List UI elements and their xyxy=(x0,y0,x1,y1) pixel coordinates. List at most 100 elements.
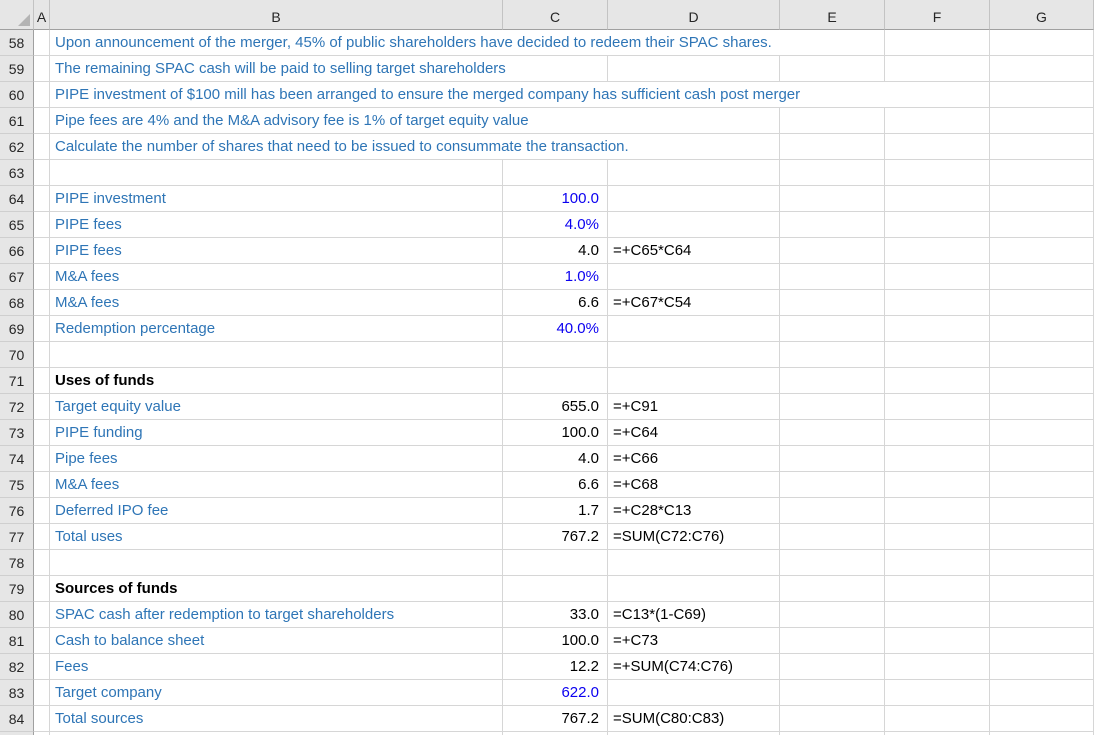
cell-C80[interactable]: 33.0 xyxy=(503,602,608,628)
cell-E68[interactable] xyxy=(780,290,885,316)
cell-A68[interactable] xyxy=(34,290,50,316)
cell-G70[interactable] xyxy=(990,342,1094,368)
row-header-72[interactable]: 72 xyxy=(0,394,34,420)
row-header-76[interactable]: 76 xyxy=(0,498,34,524)
cell-E83[interactable] xyxy=(780,680,885,706)
cell-D79[interactable] xyxy=(608,576,780,602)
cell-E78[interactable] xyxy=(780,550,885,576)
row-header-64[interactable]: 64 xyxy=(0,186,34,212)
cell-G66[interactable] xyxy=(990,238,1094,264)
cell-B76[interactable]: Deferred IPO fee xyxy=(50,498,503,524)
cell-C81[interactable]: 100.0 xyxy=(503,628,608,654)
cell-B66[interactable]: PIPE fees xyxy=(50,238,503,264)
cell-B65[interactable]: PIPE fees xyxy=(50,212,503,238)
cell-A61[interactable] xyxy=(34,108,50,134)
cell-G74[interactable] xyxy=(990,446,1094,472)
cell-A80[interactable] xyxy=(34,602,50,628)
cell-F64[interactable] xyxy=(885,186,990,212)
cell-B67[interactable]: M&A fees xyxy=(50,264,503,290)
cell-A77[interactable] xyxy=(34,524,50,550)
cell-B79[interactable]: Sources of funds xyxy=(50,576,503,602)
cell-A75[interactable] xyxy=(34,472,50,498)
cell-B72[interactable]: Target equity value xyxy=(50,394,503,420)
cell-G71[interactable] xyxy=(990,368,1094,394)
cell-C63[interactable] xyxy=(503,160,608,186)
cell-B74[interactable]: Pipe fees xyxy=(50,446,503,472)
cell-E81[interactable] xyxy=(780,628,885,654)
cell-D75[interactable]: =+C68 xyxy=(608,472,780,498)
cell-B83[interactable]: Target company xyxy=(50,680,503,706)
cell-G60[interactable] xyxy=(990,82,1094,108)
cell-C77[interactable]: 767.2 xyxy=(503,524,608,550)
cell-E76[interactable] xyxy=(780,498,885,524)
cell-F63[interactable] xyxy=(885,160,990,186)
cell-A66[interactable] xyxy=(34,238,50,264)
cell-E67[interactable] xyxy=(780,264,885,290)
cell-C83[interactable]: 622.0 xyxy=(503,680,608,706)
cell-F84[interactable] xyxy=(885,706,990,732)
cell-C79[interactable] xyxy=(503,576,608,602)
cell-G63[interactable] xyxy=(990,160,1094,186)
row-header-83[interactable]: 83 xyxy=(0,680,34,706)
cell-D77[interactable]: =SUM(C72:C76) xyxy=(608,524,780,550)
cell-B63[interactable] xyxy=(50,160,503,186)
column-header-A[interactable]: A xyxy=(34,0,50,30)
cell-G69[interactable] xyxy=(990,316,1094,342)
cell-C73[interactable]: 100.0 xyxy=(503,420,608,446)
cell-E79[interactable] xyxy=(780,576,885,602)
cell-A71[interactable] xyxy=(34,368,50,394)
row-header-66[interactable]: 66 xyxy=(0,238,34,264)
row-header-77[interactable]: 77 xyxy=(0,524,34,550)
cell-A67[interactable] xyxy=(34,264,50,290)
cell-A64[interactable] xyxy=(34,186,50,212)
cell-C69[interactable]: 40.0% xyxy=(503,316,608,342)
cell-E69[interactable] xyxy=(780,316,885,342)
cell-C78[interactable] xyxy=(503,550,608,576)
cell-C84[interactable]: 767.2 xyxy=(503,706,608,732)
cell-F81[interactable] xyxy=(885,628,990,654)
cell-F79[interactable] xyxy=(885,576,990,602)
cell-C72[interactable]: 655.0 xyxy=(503,394,608,420)
cell-E82[interactable] xyxy=(780,654,885,680)
column-header-B[interactable]: B xyxy=(50,0,503,30)
column-header-C[interactable]: C xyxy=(503,0,608,30)
cell-D72[interactable]: =+C91 xyxy=(608,394,780,420)
cell-B64[interactable]: PIPE investment xyxy=(50,186,503,212)
cell-A72[interactable] xyxy=(34,394,50,420)
cell-G75[interactable] xyxy=(990,472,1094,498)
cell-F69[interactable] xyxy=(885,316,990,342)
cell-D69[interactable] xyxy=(608,316,780,342)
cell-D76[interactable]: =+C28*C13 xyxy=(608,498,780,524)
cell-F65[interactable] xyxy=(885,212,990,238)
cell-E80[interactable] xyxy=(780,602,885,628)
row-header-69[interactable]: 69 xyxy=(0,316,34,342)
cell-E64[interactable] xyxy=(780,186,885,212)
cell-B80[interactable]: SPAC cash after redemption to target sha… xyxy=(50,602,503,628)
row-header-80[interactable]: 80 xyxy=(0,602,34,628)
cell-C71[interactable] xyxy=(503,368,608,394)
cell-B61[interactable]: Pipe fees are 4% and the M&A advisory fe… xyxy=(50,108,780,134)
cell-D68[interactable]: =+C67*C54 xyxy=(608,290,780,316)
cell-B58[interactable]: Upon announcement of the merger, 45% of … xyxy=(50,30,885,56)
row-header-82[interactable]: 82 xyxy=(0,654,34,680)
row-header-79[interactable]: 79 xyxy=(0,576,34,602)
cell-F70[interactable] xyxy=(885,342,990,368)
column-header-D[interactable]: D xyxy=(608,0,780,30)
cell-A83[interactable] xyxy=(34,680,50,706)
cell-C75[interactable]: 6.6 xyxy=(503,472,608,498)
column-header-E[interactable]: E xyxy=(780,0,885,30)
row-header-73[interactable]: 73 xyxy=(0,420,34,446)
row-header-68[interactable]: 68 xyxy=(0,290,34,316)
cell-B73[interactable]: PIPE funding xyxy=(50,420,503,446)
cell-A63[interactable] xyxy=(34,160,50,186)
cell-G62[interactable] xyxy=(990,134,1094,160)
cell-A62[interactable] xyxy=(34,134,50,160)
cell-E62[interactable] xyxy=(780,134,885,160)
cell-G78[interactable] xyxy=(990,550,1094,576)
cell-B70[interactable] xyxy=(50,342,503,368)
cell-E70[interactable] xyxy=(780,342,885,368)
cell-D59[interactable] xyxy=(608,56,780,82)
row-header-58[interactable]: 58 xyxy=(0,30,34,56)
row-header-61[interactable]: 61 xyxy=(0,108,34,134)
cell-A79[interactable] xyxy=(34,576,50,602)
